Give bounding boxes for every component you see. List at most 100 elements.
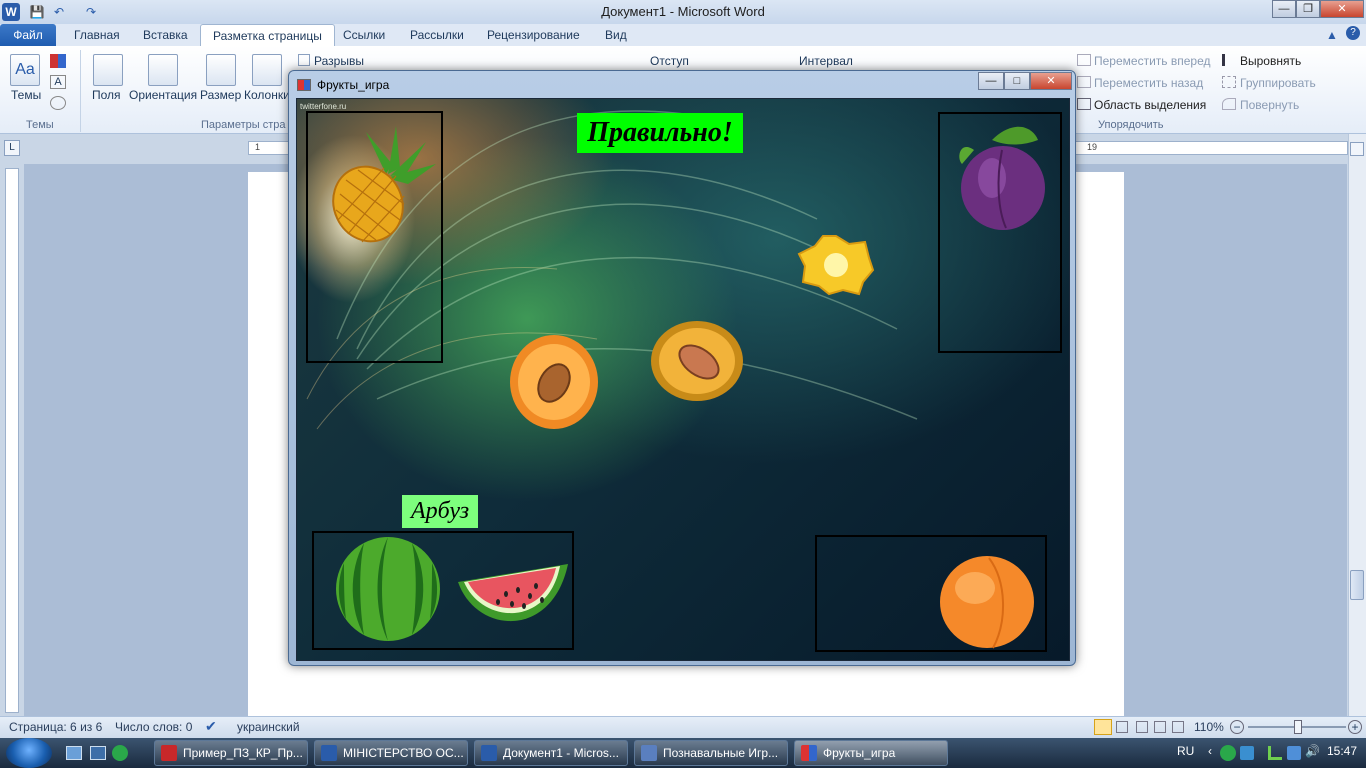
ruler-toggle-icon[interactable] bbox=[1350, 142, 1364, 156]
size-button[interactable]: Размер bbox=[200, 88, 241, 102]
show-desktop-icon[interactable] bbox=[66, 746, 82, 760]
page-setup-group-label: Параметры стра bbox=[201, 119, 286, 131]
ruler-mark: 19 bbox=[1087, 142, 1098, 152]
tab-view[interactable]: Вид bbox=[593, 24, 639, 46]
print-layout-icon[interactable] bbox=[1094, 719, 1112, 735]
taskbar-item-games[interactable]: Познавальные Игр... bbox=[634, 740, 788, 766]
maximize-button[interactable]: ❐ bbox=[1296, 0, 1320, 18]
tab-insert[interactable]: Вставка bbox=[131, 24, 200, 46]
outline-icon[interactable] bbox=[1154, 721, 1166, 733]
zoom-in-icon[interactable]: + bbox=[1348, 720, 1362, 734]
taskbar-item-word-doc1[interactable]: Документ1 - Micros... bbox=[474, 740, 628, 766]
zoom-out-icon[interactable]: − bbox=[1230, 720, 1244, 734]
selection-pane-button[interactable]: Область выделения bbox=[1094, 98, 1206, 112]
start-button[interactable] bbox=[6, 738, 52, 768]
align-icon bbox=[1222, 54, 1236, 66]
indent-label: Отступ bbox=[650, 54, 689, 68]
explorer-icon[interactable] bbox=[90, 746, 106, 760]
game-close-button[interactable]: ✕ bbox=[1030, 72, 1072, 90]
breaks-button[interactable]: Разрывы bbox=[314, 54, 364, 68]
fruit-name-label: Арбуз bbox=[402, 495, 478, 528]
watermelon-icon[interactable] bbox=[334, 535, 442, 643]
close-button[interactable]: ✕ bbox=[1320, 0, 1364, 18]
peach-half-icon[interactable] bbox=[507, 333, 601, 431]
web-layout-icon[interactable] bbox=[1136, 721, 1148, 733]
full-screen-reading-icon[interactable] bbox=[1116, 721, 1128, 733]
draft-icon[interactable] bbox=[1172, 721, 1184, 733]
taskbar-item-label: Познавальные Игр... bbox=[663, 746, 779, 760]
spacing-label: Интервал bbox=[799, 54, 853, 68]
taskbar-item-label: МІНІСТЕРСТВО ОС... bbox=[343, 746, 464, 760]
apricot-half-icon[interactable] bbox=[649, 318, 745, 404]
tab-home[interactable]: Главная bbox=[62, 24, 132, 46]
show-hidden-icons-icon[interactable]: ‹ bbox=[1208, 744, 1212, 758]
theme-colors-icon[interactable] bbox=[50, 54, 66, 68]
taskbar-item-word-doc[interactable]: МІНІСТЕРСТВО ОС... bbox=[314, 740, 468, 766]
columns-button[interactable]: Колонки bbox=[244, 88, 290, 102]
tab-page-layout[interactable]: Разметка страницы bbox=[200, 24, 335, 46]
zoom-slider-thumb[interactable] bbox=[1294, 720, 1303, 734]
theme-effects-icon[interactable] bbox=[50, 96, 66, 110]
status-message: Правильно! bbox=[577, 113, 743, 153]
page-count[interactable]: Страница: 6 из 6 bbox=[9, 720, 102, 734]
word-icon bbox=[481, 745, 497, 761]
tab-mailings[interactable]: Рассылки bbox=[398, 24, 476, 46]
peach-icon[interactable] bbox=[937, 552, 1037, 650]
taskbar-item-pdf[interactable]: Пример_ПЗ_КР_Пр... bbox=[154, 740, 308, 766]
clock[interactable]: 15:47 bbox=[1327, 744, 1357, 758]
vertical-scrollbar[interactable] bbox=[1348, 134, 1366, 716]
network-icon[interactable] bbox=[1268, 746, 1282, 760]
word-icon bbox=[321, 745, 337, 761]
pineapple-icon[interactable] bbox=[326, 124, 442, 248]
margins-button[interactable]: Поля bbox=[92, 88, 121, 102]
scrollbar-thumb[interactable] bbox=[1350, 570, 1364, 600]
orientation-icon[interactable] bbox=[148, 54, 178, 86]
tab-selector[interactable]: L bbox=[4, 140, 20, 156]
game-maximize-button[interactable]: □ bbox=[1004, 72, 1030, 90]
skype-tray-icon[interactable] bbox=[1240, 746, 1254, 760]
themes-icon[interactable]: Aa bbox=[10, 54, 40, 86]
tab-review[interactable]: Рецензирование bbox=[475, 24, 592, 46]
question-icon[interactable]: ? bbox=[1346, 26, 1360, 40]
tab-references[interactable]: Ссылки bbox=[331, 24, 397, 46]
word-count[interactable]: Число слов: 0 bbox=[115, 720, 192, 734]
minimize-button[interactable]: — bbox=[1272, 0, 1296, 18]
size-icon[interactable] bbox=[206, 54, 236, 86]
taskbar-item-label: Фрукты_игра bbox=[823, 746, 896, 760]
action-center-icon[interactable] bbox=[1287, 746, 1301, 760]
send-backward-button[interactable]: Переместить назад bbox=[1094, 76, 1203, 90]
send-backward-icon bbox=[1077, 76, 1091, 88]
volume-icon[interactable]: 🔊 bbox=[1305, 744, 1320, 758]
proofing-icon[interactable]: ✔ bbox=[205, 718, 217, 735]
taskbar-item-fruits-game[interactable]: Фрукты_игра bbox=[794, 740, 948, 766]
ribbon-separator bbox=[80, 50, 81, 132]
orientation-button[interactable]: Ориентация bbox=[129, 88, 197, 102]
zoom-level[interactable]: 110% bbox=[1194, 720, 1224, 734]
help-icon[interactable]: ▲ bbox=[1326, 28, 1338, 42]
watermelon-slice-icon[interactable] bbox=[456, 560, 570, 636]
plum-icon[interactable] bbox=[952, 120, 1048, 232]
margins-icon[interactable] bbox=[93, 54, 123, 86]
utorrent-tray-icon[interactable] bbox=[1220, 745, 1236, 761]
arrange-group-label: Упорядочить bbox=[1098, 119, 1164, 131]
bring-forward-button[interactable]: Переместить вперед bbox=[1094, 54, 1210, 68]
columns-icon[interactable] bbox=[252, 54, 282, 86]
language-indicator[interactable]: украинский bbox=[237, 720, 300, 734]
themes-group-label: Темы bbox=[26, 119, 54, 131]
theme-fonts-icon[interactable]: A bbox=[50, 75, 66, 89]
utorrent-icon[interactable] bbox=[112, 745, 128, 761]
vertical-ruler[interactable] bbox=[5, 168, 19, 713]
watermark: twitterfone.ru bbox=[300, 102, 347, 111]
align-button[interactable]: Выровнять bbox=[1240, 54, 1301, 68]
game-minimize-button[interactable]: — bbox=[978, 72, 1004, 90]
taskbar-item-label: Пример_ПЗ_КР_Пр... bbox=[183, 746, 303, 760]
app-icon bbox=[801, 745, 817, 761]
breaks-icon bbox=[298, 54, 310, 66]
file-tab[interactable]: Файл bbox=[0, 24, 56, 46]
rotate-button[interactable]: Повернуть bbox=[1240, 98, 1299, 112]
group-button[interactable]: Группировать bbox=[1240, 76, 1316, 90]
selection-pane-icon bbox=[1077, 98, 1091, 110]
pineapple-slice-icon[interactable] bbox=[797, 234, 875, 296]
language-bar[interactable]: RU bbox=[1177, 744, 1194, 758]
themes-button[interactable]: Темы bbox=[11, 88, 41, 102]
